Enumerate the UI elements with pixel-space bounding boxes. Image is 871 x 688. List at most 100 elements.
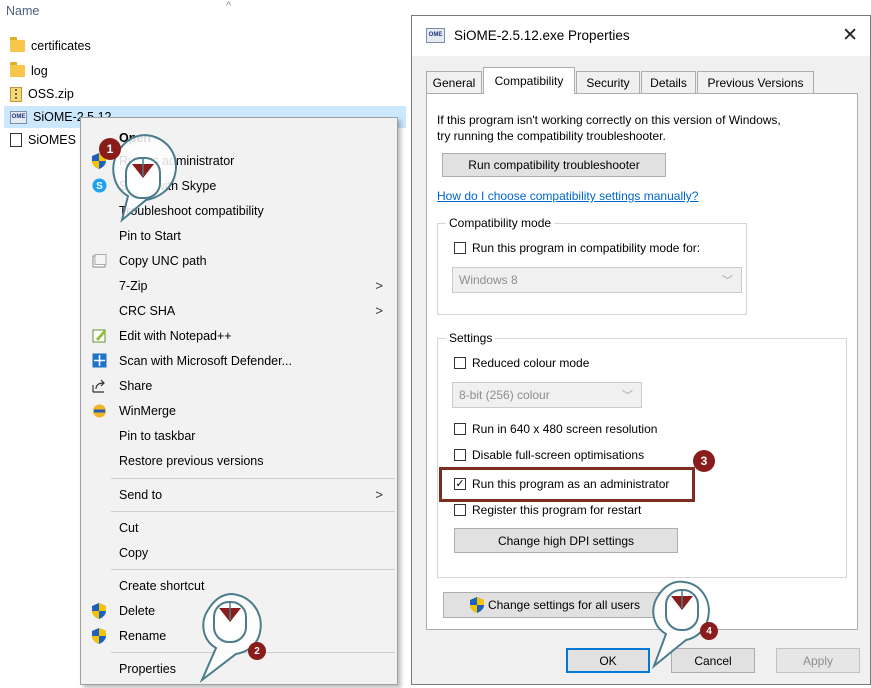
- compatibility-mode-group: Compatibility mode Run this program in c…: [437, 216, 747, 315]
- tab-previous-versions[interactable]: Previous Versions: [697, 71, 814, 93]
- file-name: SiOMES: [28, 133, 76, 147]
- menu-item-label: CRC SHA: [119, 303, 176, 318]
- button-label: Change settings for all users: [487, 598, 641, 612]
- group-label: Settings: [446, 331, 496, 345]
- folder-icon: [10, 62, 25, 77]
- checkbox-label: Register this program for restart: [472, 503, 642, 517]
- checkbox-box: [454, 357, 466, 369]
- siome-exe-icon: OME: [10, 110, 27, 124]
- help-link[interactable]: How do I choose compatibility settings m…: [437, 189, 698, 203]
- uac-shield-icon: [469, 597, 484, 613]
- menu-item-label: Properties: [119, 661, 176, 676]
- zip-icon: [10, 86, 22, 102]
- step-4-badge: 4: [700, 622, 718, 640]
- file-item-log[interactable]: log: [10, 60, 410, 82]
- share-icon: [91, 378, 107, 394]
- intro-text-line1: If this program isn't working correctly …: [437, 113, 781, 127]
- run-troubleshooter-button[interactable]: Run compatibility troubleshooter: [442, 153, 666, 177]
- menu-separator: [111, 511, 395, 512]
- tab-security[interactable]: Security: [576, 71, 640, 93]
- chevron-right-icon: >: [375, 303, 383, 318]
- menu-item-label: 7-Zip: [119, 278, 148, 293]
- tab-compatibility[interactable]: Compatibility: [483, 67, 575, 94]
- menu-item-label: Cut: [119, 520, 139, 535]
- menu-item-label: Delete: [119, 603, 156, 618]
- select-value: Windows 8: [459, 273, 518, 287]
- step-2-badge: 2: [248, 642, 266, 660]
- settings-group: Settings Reduced colour mode 8-bit (256)…: [437, 331, 847, 578]
- menu-item-copy[interactable]: Copy: [81, 540, 397, 565]
- menu-item-restore-versions[interactable]: Restore previous versions: [81, 448, 397, 473]
- menu-item-label: Scan with Microsoft Defender...: [119, 353, 292, 368]
- menu-item-winmerge[interactable]: WinMerge: [81, 398, 397, 423]
- colour-depth-select[interactable]: 8-bit (256) colour ﹀: [452, 382, 642, 408]
- mouse-click-icon: [199, 592, 262, 684]
- apply-button[interactable]: Apply: [776, 648, 860, 673]
- uac-shield-icon: [91, 627, 107, 644]
- menu-item-label: Rename: [119, 628, 167, 643]
- winmerge-icon: [91, 403, 107, 419]
- defender-icon: [91, 353, 107, 369]
- compat-os-select[interactable]: Windows 8 ﹀: [452, 267, 742, 293]
- menu-item-send-to[interactable]: Send to >: [81, 482, 397, 507]
- menu-item-label: Pin to taskbar: [119, 428, 196, 443]
- menu-item-label: Copy UNC path: [119, 253, 207, 268]
- fullscreen-opt-checkbox[interactable]: Disable full-screen optimisations: [454, 448, 644, 462]
- change-high-dpi-button[interactable]: Change high DPI settings: [454, 528, 678, 553]
- menu-separator: [111, 478, 395, 479]
- menu-item-notepadpp[interactable]: Edit with Notepad++: [81, 323, 397, 348]
- file-item-certificates[interactable]: certificates: [10, 35, 410, 57]
- chevron-down-icon: ﹀: [622, 390, 633, 402]
- menu-item-share[interactable]: Share: [81, 373, 397, 398]
- menu-item-copy-unc[interactable]: Copy UNC path: [81, 248, 397, 273]
- menu-item-label: Share: [119, 378, 153, 393]
- dialog-titlebar: OME SiOME-2.5.12.exe Properties ✕: [412, 16, 870, 56]
- uac-shield-icon: [91, 602, 107, 619]
- notepadpp-icon: [91, 328, 107, 344]
- admin-option-highlight: [439, 467, 695, 502]
- file-item-oss-zip[interactable]: OSS.zip: [10, 83, 410, 105]
- menu-item-label: Send to: [119, 487, 163, 502]
- checkbox-box: [454, 449, 466, 461]
- menu-item-label: Edit with Notepad++: [119, 328, 232, 343]
- change-all-users-button[interactable]: Change settings for all users: [443, 592, 667, 618]
- close-icon[interactable]: ✕: [842, 24, 858, 47]
- reduced-colour-checkbox[interactable]: Reduced colour mode: [454, 356, 589, 370]
- file-name: OSS.zip: [28, 87, 74, 101]
- compatibility-panel: If this program isn't working correctly …: [426, 93, 858, 630]
- group-label: Compatibility mode: [446, 216, 555, 230]
- compat-mode-checkbox[interactable]: Run this program in compatibility mode f…: [454, 241, 700, 255]
- tab-details[interactable]: Details: [641, 71, 696, 93]
- menu-item-label: WinMerge: [119, 403, 176, 418]
- register-restart-checkbox[interactable]: Register this program for restart: [454, 503, 641, 517]
- checkbox-box: [454, 242, 466, 254]
- resolution-checkbox[interactable]: Run in 640 x 480 screen resolution: [454, 422, 657, 436]
- checkbox-box: [454, 504, 466, 516]
- file-name: certificates: [31, 39, 91, 53]
- folder-icon: [10, 37, 25, 52]
- name-column-header[interactable]: Name: [6, 4, 39, 18]
- menu-item-crc-sha[interactable]: CRC SHA >: [81, 298, 397, 323]
- document-icon: [10, 133, 22, 147]
- checkbox-label: Reduced colour mode: [472, 356, 590, 370]
- dialog-title: SiOME-2.5.12.exe Properties: [454, 28, 630, 43]
- menu-item-7zip[interactable]: 7-Zip >: [81, 273, 397, 298]
- intro-text-line2: try running the compatibility troublesho…: [437, 129, 666, 143]
- menu-item-label: Copy: [119, 545, 149, 560]
- chevron-right-icon: >: [375, 487, 383, 502]
- copy-path-icon: [91, 253, 107, 269]
- chevron-right-icon: >: [375, 278, 383, 293]
- step-3-badge: 3: [693, 450, 715, 472]
- ok-button[interactable]: OK: [566, 648, 650, 673]
- tab-general[interactable]: General: [426, 71, 482, 93]
- file-name: log: [31, 64, 48, 78]
- menu-item-cut[interactable]: Cut: [81, 515, 397, 540]
- checkbox-label: Disable full-screen optimisations: [472, 448, 645, 462]
- select-value: 8-bit (256) colour: [459, 388, 550, 402]
- sort-caret-icon: ^: [226, 0, 232, 12]
- menu-item-pin-taskbar[interactable]: Pin to taskbar: [81, 423, 397, 448]
- menu-separator: [111, 569, 395, 570]
- menu-item-defender-scan[interactable]: Scan with Microsoft Defender...: [81, 348, 397, 373]
- menu-item-label: Restore previous versions: [119, 453, 264, 468]
- step-1-badge: 1: [99, 138, 121, 160]
